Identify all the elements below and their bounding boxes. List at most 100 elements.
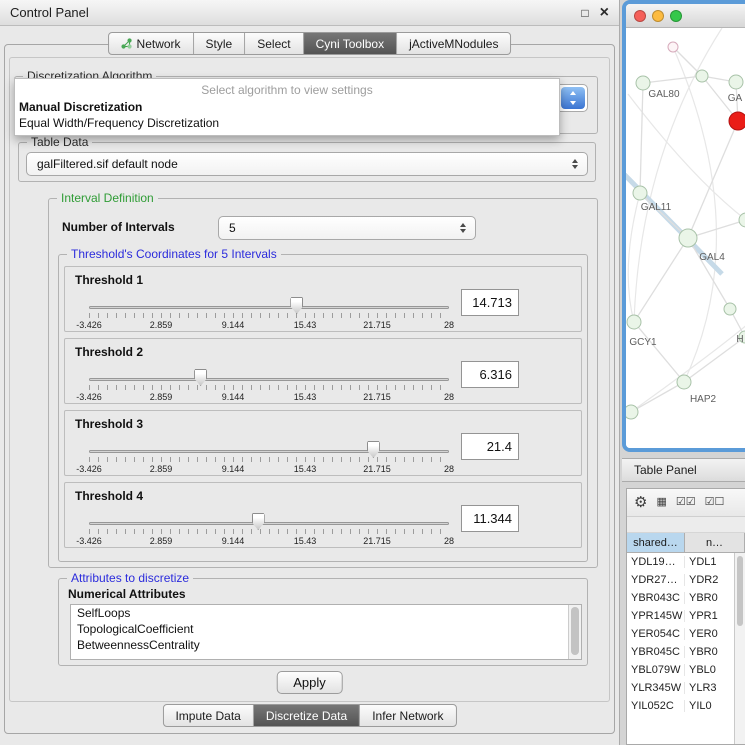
threshold-label: Threshold 3 [75,417,143,431]
algorithm-option[interactable]: Manual Discretization [15,99,559,115]
table-panel-content: ⚙▦☑☑☑☐ shared…n… YDL19…YDL1YDR27…YDR2YBR… [626,488,745,745]
number-of-intervals-combobox[interactable]: 5 [218,216,476,240]
network-edge [640,193,688,238]
table-panel-title: Table Panel [634,463,697,477]
table-row[interactable]: YBR045CYBR0 [627,643,745,661]
network-titlebar[interactable] [626,4,745,28]
tab-label: Style [206,37,233,51]
scale-label: 21.715 [363,320,391,330]
columns-icon[interactable]: ▦ [656,497,666,508]
scale-label: 9.144 [222,320,245,330]
slider-track [89,306,449,309]
column-header-1[interactable]: shared… [627,533,685,553]
tab-network[interactable]: Network [109,33,194,54]
scale-label: 28 [444,320,454,330]
column-header-2[interactable]: n… [685,533,745,553]
attribute-item[interactable]: SelfLoops [71,605,581,621]
table-scrollbar[interactable] [734,553,745,744]
tab-label: Discretize Data [266,709,347,723]
traffic-close-icon[interactable] [634,10,646,22]
algorithm-popup-items: Manual DiscretizationEqual Width/Frequen… [15,99,559,131]
threshold-slider[interactable] [89,295,449,321]
table-row[interactable]: YBL079WYBL0 [627,661,745,679]
node-label: GAL11 [641,202,672,213]
table-row[interactable]: YBR043CYBR0 [627,589,745,607]
network-edge [634,238,688,322]
slider-thumb[interactable] [252,513,265,530]
table-panel-titlebar[interactable]: Table Panel [622,458,745,482]
threshold-panel: Threshold 2-3.4262.8599.14415.4321.71528… [64,338,582,404]
network-node[interactable] [729,112,745,130]
thresholds-container: Threshold 1-3.4262.8599.14415.4321.71528… [64,266,582,556]
network-node-hap2[interactable] [677,375,691,389]
tab-style[interactable]: Style [194,33,246,54]
algorithm-option[interactable]: Equal Width/Frequency Discretization [15,115,559,131]
float-window-icon[interactable]: □ [581,6,588,20]
attributes-scrollbar[interactable] [568,605,581,659]
window-title: Control Panel [10,5,89,20]
apply-button[interactable]: Apply [276,671,343,694]
attribute-item[interactable]: BetweennessCentrality [71,637,581,653]
table-header-row: shared…n… [627,533,745,553]
network-node[interactable] [626,405,638,419]
tab-select[interactable]: Select [245,33,303,54]
scrollbar-thumb[interactable] [571,607,579,655]
table-row[interactable]: YDR27…YDR2 [627,571,745,589]
attributes-group-title: Attributes to discretize [67,571,193,585]
traffic-zoom-icon[interactable] [670,10,682,22]
threshold-value-field[interactable]: 21.4 [461,433,519,460]
cell-shared-name: YBL079W [627,664,685,676]
table-data-combobox[interactable]: galFiltered.sif default node [26,152,588,176]
slider-thumb[interactable] [194,369,207,386]
network-edge [628,193,640,322]
slider-thumb[interactable] [290,297,303,314]
select-all-columns-icon[interactable]: ☑☑ [676,497,696,508]
tab-jactivemnodules[interactable]: jActiveMNodules [397,33,510,54]
tab-impute-data[interactable]: Impute Data [163,705,253,726]
network-canvas[interactable]: GAL80GAGAL11GAL4GCY1HHAP2 [626,28,745,448]
control-panel-window: Control Panel □ × Network Style Select Cyni… [0,0,620,745]
threshold-value-field[interactable]: 14.713 [461,289,519,316]
scale-label: 15.43 [294,536,317,546]
network-node[interactable] [724,303,736,315]
network-node[interactable] [668,42,678,52]
close-window-icon[interactable]: × [600,5,609,21]
numerical-attributes-label: Numerical Attributes [68,587,186,601]
select-some-columns-icon[interactable]: ☑☐ [705,497,725,508]
thresholds-group-title: Threshold's Coordinates for 5 Intervals [67,247,281,261]
threshold-value-field[interactable]: 6.316 [461,361,519,388]
table-row[interactable]: YPR145WYPR1 [627,607,745,625]
gear-icon[interactable]: ⚙ [634,495,647,510]
threshold-slider[interactable] [89,511,449,537]
table-row[interactable]: YDL19…YDL1 [627,553,745,571]
cell-shared-name: YPR145W [627,610,685,622]
control-panel-titlebar[interactable]: Control Panel □ × [0,0,619,26]
tab-label: Cyni Toolbox [316,37,384,51]
traffic-minimize-icon[interactable] [652,10,664,22]
scale-label: 9.144 [222,536,245,546]
scale-label: 9.144 [222,464,245,474]
threshold-value-field[interactable]: 11.344 [461,505,519,532]
network-node-gcy1[interactable] [627,315,641,329]
network-node-gal80[interactable] [636,76,650,90]
threshold-slider[interactable] [89,367,449,393]
attribute-item[interactable]: TopologicalCoefficient [71,621,581,637]
network-node-gal11[interactable] [633,186,647,200]
table-data-group-title: Table Data [27,135,92,149]
tab-discretize-data[interactable]: Discretize Data [254,705,360,726]
number-of-intervals-value: 5 [229,221,236,235]
network-node-gal4[interactable] [679,229,697,247]
network-node[interactable] [696,70,708,82]
table-row[interactable]: YLR345WYLR3 [627,679,745,697]
scrollbar-thumb[interactable] [737,556,743,626]
tab-cyni-toolbox[interactable]: Cyni Toolbox [304,33,397,54]
cell-shared-name: YIL052C [627,700,685,712]
slider-thumb[interactable] [367,441,380,458]
threshold-slider[interactable] [89,439,449,465]
table-row[interactable]: YIL052CYIL0 [627,697,745,715]
tab-label: jActiveMNodules [409,37,498,51]
network-edge [640,83,643,193]
tab-infer-network[interactable]: Infer Network [360,705,455,726]
network-node-ga[interactable] [729,75,743,89]
table-row[interactable]: YER054CYER0 [627,625,745,643]
